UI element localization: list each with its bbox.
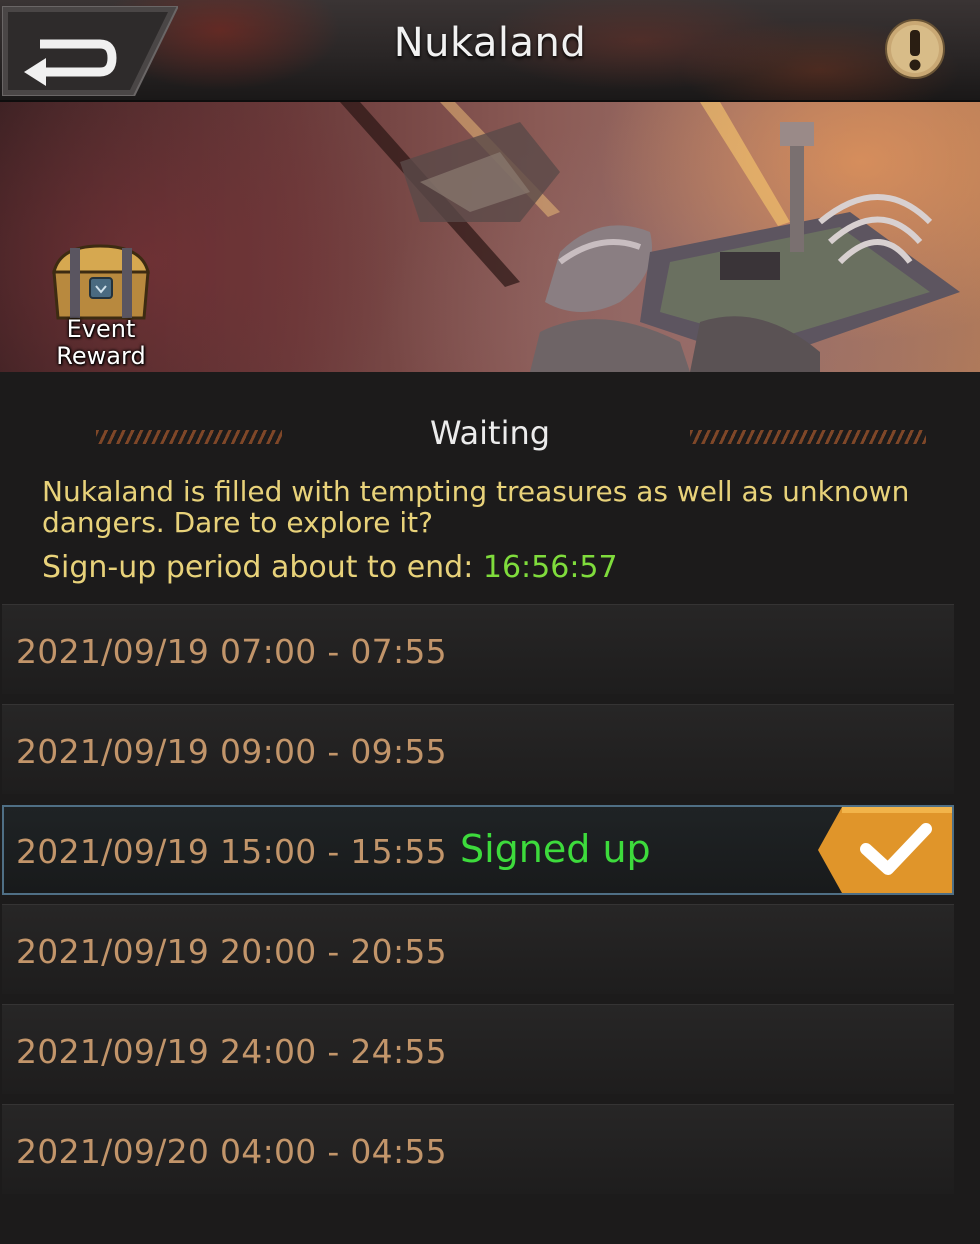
time-slot-row-selected[interactable]: 2021/09/19 15:00 - 15:55 Signed up [2,805,954,895]
event-description: Nukaland is filled with tempting treasur… [42,475,910,539]
info-button[interactable] [884,18,946,80]
time-slot-row[interactable]: 2021/09/19 07:00 - 07:55 [2,604,954,694]
page-title: Nukaland [393,20,587,66]
time-slot-row[interactable]: 2021/09/19 24:00 - 24:55 [2,1004,954,1094]
time-slot-label: 2021/09/19 20:00 - 20:55 [16,932,447,971]
time-slot-label: 2021/09/20 04:00 - 04:55 [16,1132,447,1171]
time-slot-label: 2021/09/19 24:00 - 24:55 [16,1032,447,1071]
treasure-chest-icon [52,244,150,320]
event-reward-button[interactable]: Event Reward [40,242,162,372]
time-slot-label: 2021/09/19 15:00 - 15:55 [16,832,447,871]
time-slot-row[interactable]: 2021/09/20 04:00 - 04:55 [2,1104,954,1194]
time-slot-row[interactable]: 2021/09/19 09:00 - 09:55 [2,704,954,794]
divider-stripes-right [690,430,926,444]
signup-label: Sign-up period about to end: [42,550,483,585]
checkmark-icon [818,807,952,893]
signed-up-status: Signed up [460,827,651,871]
time-slot-label: 2021/09/19 09:00 - 09:55 [16,732,447,771]
exclamation-info-icon [885,19,945,79]
header-bar: Nukaland [0,0,980,103]
event-banner: Event Reward [0,102,980,372]
event-reward-label: Event Reward [56,315,146,370]
time-slot-label: 2021/09/19 07:00 - 07:55 [16,632,447,671]
time-slot-row[interactable]: 2021/09/19 20:00 - 20:55 [2,904,954,994]
countdown-timer: 16:56:57 [482,550,618,585]
signup-deadline: Sign-up period about to end: 16:56:57 [42,550,618,585]
